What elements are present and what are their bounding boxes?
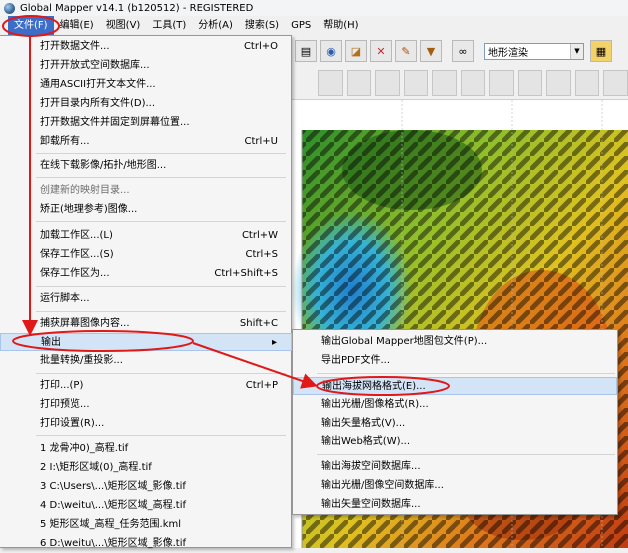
shader-select[interactable]: 地形渲染 ▼ (484, 42, 584, 60)
menu-edit[interactable]: 编辑(E) (54, 16, 100, 35)
menu-item-print[interactable]: 打印...(P) Ctrl+P (0, 377, 292, 395)
shape-tool-icon[interactable] (460, 70, 486, 96)
menu-item-open-spatial-db[interactable]: 打开开放式空间数据库... (0, 57, 292, 75)
submenu-item-export-elevation-db[interactable]: 输出海拔空间数据库... (293, 458, 617, 476)
recent-file-item[interactable]: 3 C:\Users\...\矩形区域_影像.tif (0, 478, 292, 496)
recent-file-item[interactable]: 6 D:\weitu\...\矩形区域_影像.tif (0, 535, 292, 553)
edit-tool-icon[interactable] (346, 70, 372, 96)
menu-item-create-map-catalog[interactable]: 创建新的映射目录... (0, 182, 292, 200)
menu-item-load-workspace[interactable]: 加载工作区...(L) Ctrl+W (0, 227, 292, 245)
menu-item-save-workspace[interactable]: 保存工作区...(S) Ctrl+S (0, 246, 292, 264)
menu-separator (36, 177, 286, 178)
menu-item-batch-convert[interactable]: 批量转换/重投影... (0, 352, 292, 370)
menu-help[interactable]: 帮助(H) (317, 16, 364, 35)
submenu-item-export-raster[interactable]: 输出光栅/图像格式(R)... (293, 396, 617, 414)
recent-file-item[interactable]: 1 龙骨冲0)_高程.tif (0, 440, 292, 458)
menu-search[interactable]: 搜索(S) (239, 16, 285, 35)
menu-file[interactable]: 文件(F) (8, 16, 54, 35)
shader-select-value: 地形渲染 (488, 47, 528, 59)
submenu-item-export-pdf[interactable]: 导出PDF文件... (293, 352, 617, 370)
window-title: Global Mapper v14.1 (b120512) - REGISTER… (20, 2, 254, 14)
menu-view[interactable]: 视图(V) (100, 16, 147, 35)
menu-analysis[interactable]: 分析(A) (192, 16, 239, 35)
submenu-item-export-web[interactable]: 输出Web格式(W)... (293, 433, 617, 451)
chevron-right-icon: ▸ (271, 337, 277, 348)
menu-item-unload-all[interactable]: 卸载所有... Ctrl+U (0, 133, 292, 151)
export-submenu: 输出Global Mapper地图包文件(P)... 导出PDF文件... 输出… (292, 329, 618, 515)
submenu-item-export-gm-package[interactable]: 输出Global Mapper地图包文件(P)... (293, 333, 617, 351)
chevron-down-icon[interactable]: ▼ (570, 43, 583, 59)
funnel-icon[interactable]: ▼ (420, 40, 442, 62)
menu-separator (36, 435, 286, 436)
digitizer-toolbar (292, 67, 628, 100)
pencil-icon[interactable]: ✎ (395, 40, 417, 62)
measure-tool-icon[interactable] (318, 70, 343, 96)
submenu-item-export-raster-db[interactable]: 输出光栅/图像空间数据库... (293, 477, 617, 495)
menu-separator (317, 454, 615, 455)
recent-file-item[interactable]: 4 D:\weitu\...\矩形区域_高程.tif (0, 497, 292, 515)
move-tool-icon[interactable] (546, 70, 571, 96)
menu-item-print-preview[interactable]: 打印预览... (0, 396, 292, 414)
join-tool-icon[interactable] (603, 70, 628, 96)
menu-item-capture-screen[interactable]: 捕获屏幕图像内容... Shift+C (0, 315, 292, 333)
menu-item-export[interactable]: 输出 ▸ (0, 333, 292, 351)
menu-item-save-workspace-as[interactable]: 保存工作区为... Ctrl+Shift+S (0, 265, 292, 283)
menu-item-run-script[interactable]: 运行脚本... (0, 290, 292, 308)
scale-tool-icon[interactable] (517, 70, 543, 96)
submenu-item-export-vector-db[interactable]: 输出矢量空间数据库... (293, 496, 617, 514)
table-icon[interactable]: ▤ (295, 40, 317, 62)
menu-item-print-setup[interactable]: 打印设置(R)... (0, 415, 292, 433)
area-tool-icon[interactable] (432, 70, 457, 96)
file-menu-dropdown: 打开数据文件... Ctrl+O 打开开放式空间数据库... 通用ASCII打开文… (0, 35, 292, 549)
menu-separator (36, 311, 286, 312)
menu-item-open-directory[interactable]: 打开目录内所有文件(D)... (0, 95, 292, 113)
binoculars-icon[interactable]: ∞ (452, 40, 474, 62)
title-bar: Global Mapper v14.1 (b120512) - REGISTER… (0, 0, 628, 17)
menu-gps[interactable]: GPS (285, 16, 317, 35)
menu-separator (36, 286, 286, 287)
line-tool-icon[interactable] (403, 70, 429, 96)
globe-app-icon (4, 2, 15, 14)
rotate-tool-icon[interactable] (489, 70, 514, 96)
menu-item-open-fixed-position[interactable]: 打开数据文件并固定到屏幕位置... (0, 114, 292, 132)
vertex-tool-icon[interactable] (375, 70, 400, 96)
crossed-tools-icon[interactable]: ✕ (370, 40, 392, 62)
menu-item-download-online[interactable]: 在线下载影像/拓扑/地形图... (0, 157, 292, 175)
menu-separator (317, 373, 615, 374)
shader-settings-icon[interactable]: ▦ (590, 40, 612, 62)
split-tool-icon[interactable] (574, 70, 600, 96)
menu-separator (36, 221, 286, 222)
menu-item-open-data-file[interactable]: 打开数据文件... Ctrl+O (0, 38, 292, 56)
menu-tools[interactable]: 工具(T) (146, 16, 192, 35)
menu-item-open-ascii-text[interactable]: 通用ASCII打开文本文件... (0, 76, 292, 94)
recent-file-item[interactable]: 2 I:\矩形区域(0)_高程.tif (0, 459, 292, 477)
main-toolbar: ▤ ◉ ◪ ✕ ✎ ▼ ∞ 地形渲染 ▼ ▦ (292, 35, 628, 68)
chart-icon[interactable]: ◪ (345, 40, 367, 62)
submenu-item-export-vector[interactable]: 输出矢量格式(V)... (293, 415, 617, 433)
menu-separator (36, 373, 286, 374)
recent-file-item[interactable]: 5 矩形区域_高程_任务范围.kml (0, 516, 292, 534)
submenu-item-export-elevation-grid[interactable]: 输出海拔网格格式(E)... (293, 377, 617, 395)
menu-item-rectify-image[interactable]: 矫正(地理参考)图像... (0, 201, 292, 219)
menu-separator (36, 153, 286, 154)
menu-bar: 文件(F) 编辑(E) 视图(V) 工具(T) 分析(A) 搜索(S) GPS … (0, 16, 628, 35)
globe-search-icon[interactable]: ◉ (320, 40, 342, 62)
